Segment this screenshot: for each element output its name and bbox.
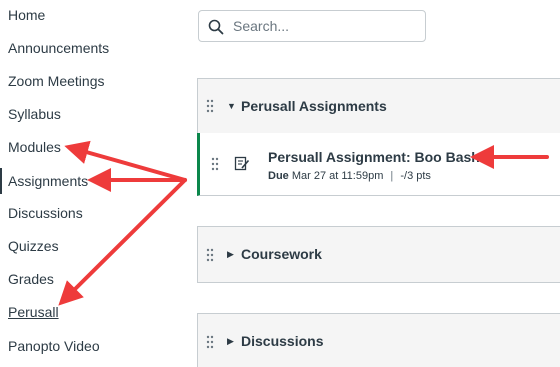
due-label: Due — [268, 170, 289, 182]
nav-item-zoom-meetings[interactable]: Zoom Meetings — [8, 72, 104, 90]
canvas-assignments-page: Home Announcements Zoom Meetings Syllabu… — [0, 0, 560, 367]
drag-handle-icon[interactable] — [206, 99, 214, 113]
module-item-assignment[interactable]: Persuall Assignment: Boo Bash Due Mar 27… — [197, 133, 560, 196]
caret-right-icon[interactable]: ▶ — [227, 249, 234, 259]
meta-separator: | — [390, 170, 394, 182]
course-navigation: Home Announcements Zoom Meetings Syllabu… — [0, 0, 170, 367]
nav-item-perusall[interactable]: Perusall — [8, 303, 59, 321]
search-icon — [208, 19, 224, 35]
module-header-coursework[interactable]: ▶ Coursework — [197, 226, 560, 283]
nav-item-grades[interactable]: Grades — [8, 270, 54, 288]
module-title: Perusall Assignments — [241, 98, 387, 114]
nav-item-quizzes[interactable]: Quizzes — [8, 237, 59, 255]
module-title: Coursework — [241, 246, 322, 262]
nav-item-announcements[interactable]: Announcements — [8, 39, 109, 57]
caret-right-icon[interactable]: ▶ — [227, 336, 234, 346]
points: -/3 pts — [400, 170, 431, 182]
drag-handle-icon[interactable] — [211, 157, 219, 171]
search-input[interactable] — [233, 16, 419, 36]
module-header-discussions[interactable]: ▶ Discussions — [197, 313, 560, 367]
nav-item-modules[interactable]: Modules — [8, 138, 61, 156]
nav-item-discussions[interactable]: Discussions — [8, 204, 83, 222]
module-title: Discussions — [241, 333, 324, 349]
caret-down-icon[interactable]: ▼ — [227, 101, 236, 111]
drag-handle-icon[interactable] — [206, 248, 214, 262]
nav-item-syllabus[interactable]: Syllabus — [8, 105, 61, 123]
nav-item-home[interactable]: Home — [8, 6, 45, 24]
search-box — [198, 10, 426, 42]
module-header-perusall-assignments[interactable]: ▼ Perusall Assignments — [197, 78, 560, 134]
due-date: Mar 27 at 11:59pm — [291, 170, 384, 182]
assignment-title-link[interactable]: Persuall Assignment: Boo Bash — [268, 149, 480, 165]
nav-item-assignments[interactable]: Assignments — [0, 168, 88, 194]
assignment-icon — [234, 156, 250, 171]
drag-handle-icon[interactable] — [206, 335, 214, 349]
assignment-meta: Due Mar 27 at 11:59pm | -/3 pts — [268, 170, 431, 182]
nav-item-panopto-video[interactable]: Panopto Video — [8, 337, 100, 355]
